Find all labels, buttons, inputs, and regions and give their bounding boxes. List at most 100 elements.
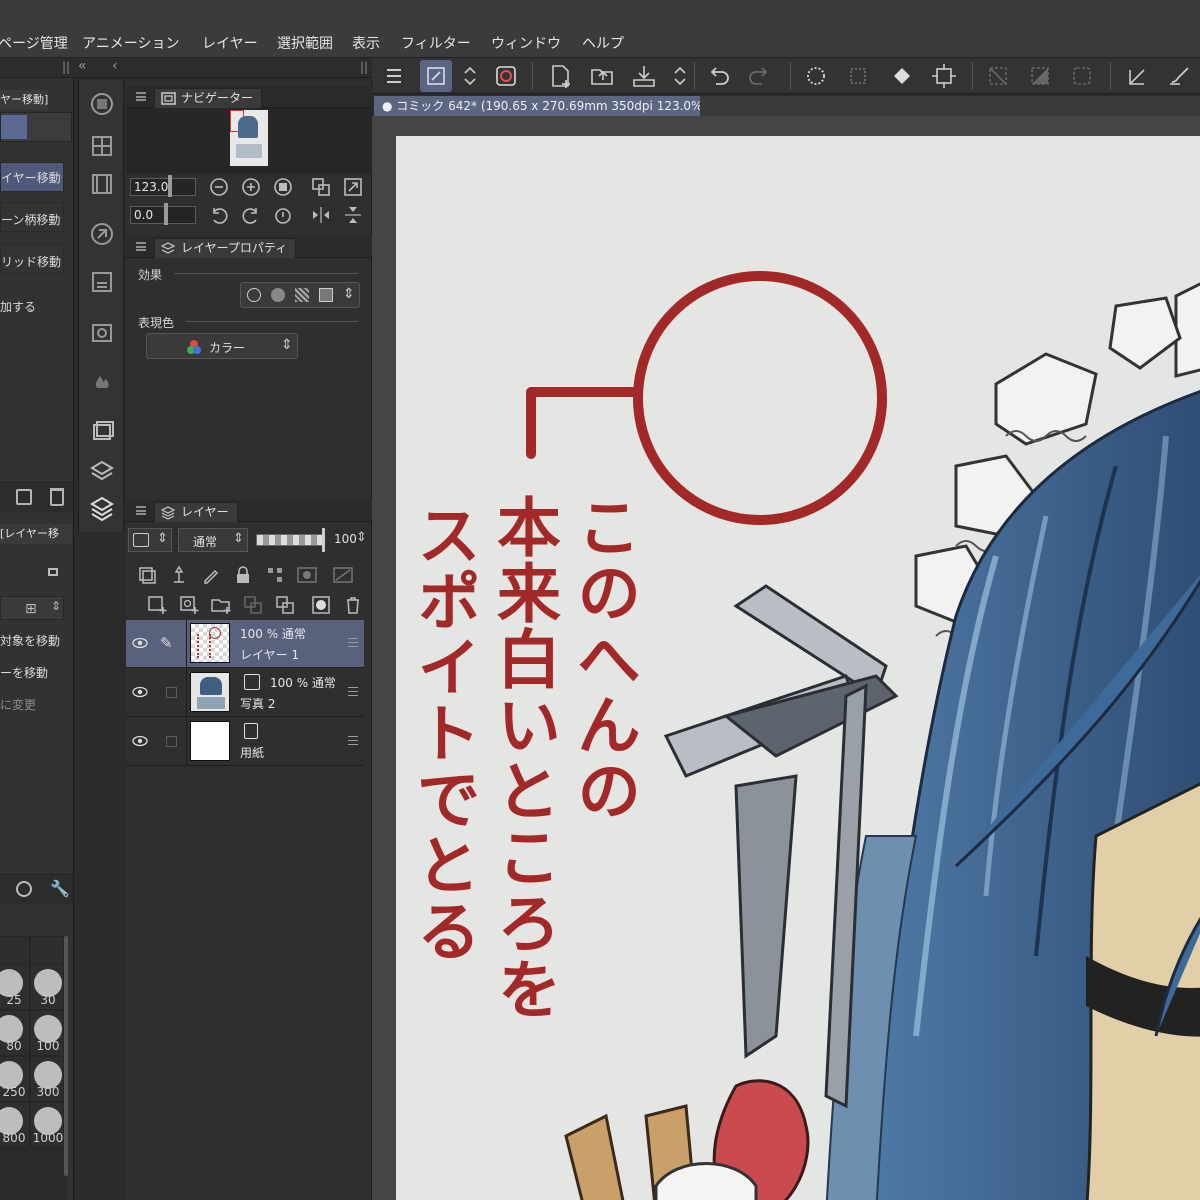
save-icon[interactable] [628, 60, 660, 92]
tool-option-row[interactable]: ⊞ ⇕ [0, 596, 64, 620]
duplicate-icon[interactable] [16, 489, 32, 505]
dots-effect-icon[interactable] [295, 288, 309, 302]
timer-icon[interactable] [16, 881, 32, 897]
rotate-left-icon[interactable] [208, 204, 230, 226]
brush-size-30[interactable]: 30 [30, 964, 64, 1010]
clear-icon[interactable] [800, 60, 832, 92]
brush-size-25[interactable]: 25 [0, 964, 30, 1010]
eye-icon[interactable] [132, 735, 148, 747]
option-move-target[interactable]: 対象を移動 [0, 632, 60, 649]
color-circle-dock-icon[interactable] [86, 88, 118, 120]
layer-checkbox[interactable] [166, 736, 177, 747]
create-mask-icon[interactable] [310, 594, 332, 616]
navigator-tab[interactable]: ナビゲーター [154, 88, 263, 108]
menu-grip-icon[interactable] [136, 242, 146, 251]
layer1-name[interactable]: レイヤー 1 [240, 646, 299, 663]
move-tone-option[interactable]: ーン柄移動 [0, 202, 64, 232]
draft-layer-icon[interactable] [200, 564, 222, 586]
wrench-icon[interactable]: 🔧 [50, 879, 70, 898]
reference-layer-icon[interactable] [168, 564, 190, 586]
invert-selection-icon[interactable] [1024, 60, 1056, 92]
menu-filter[interactable]: フィルター [401, 33, 471, 53]
chevron-updown-icon[interactable] [664, 60, 686, 92]
edit-tool-icon[interactable] [420, 60, 452, 92]
opacity-handle[interactable] [322, 528, 325, 552]
layer-row-layer1[interactable]: ✎ 100 % 通常 レイヤー 1 [126, 620, 364, 668]
transform-icon[interactable] [928, 60, 960, 92]
new-folder-icon[interactable] [210, 594, 232, 616]
brush-size-1000[interactable]: 1000 [30, 1102, 64, 1148]
zoom-field[interactable]: 123.0 [130, 178, 196, 196]
menu-view[interactable]: 表示 [352, 33, 380, 53]
brush-palette-scrollbar[interactable] [64, 936, 68, 1176]
menu-page-management[interactable]: ページ管理 [0, 33, 68, 53]
chevron-updown-icon[interactable]: ⇕ [356, 530, 367, 545]
new-raster-layer-icon[interactable] [146, 594, 168, 616]
collapse-left-icon[interactable]: « [78, 58, 87, 74]
layer-checkbox[interactable] [166, 687, 177, 698]
reset-rotation-icon[interactable] [272, 204, 294, 226]
brush-icon[interactable] [1164, 60, 1196, 92]
brush-size-80[interactable]: 80 [0, 1010, 30, 1056]
menu-help[interactable]: ヘルプ [582, 33, 624, 53]
move-layer-option[interactable]: イヤー移動 [0, 162, 64, 192]
delete-layer-icon[interactable] [342, 594, 364, 616]
snap-ruler-icon[interactable] [1122, 60, 1154, 92]
deselect-icon[interactable] [982, 60, 1014, 92]
rotate-right-icon[interactable] [240, 204, 262, 226]
tone-effect-icon[interactable] [271, 288, 285, 302]
clip-studio-icon[interactable] [490, 60, 522, 92]
lock-layer-icon[interactable] [232, 564, 254, 586]
quick-access-dock-icon[interactable] [86, 366, 118, 398]
option-move-layer[interactable]: ーを移動 [0, 664, 48, 681]
menu-selection[interactable]: 選択範囲 [277, 33, 333, 53]
angle-field[interactable]: 0.0 [130, 206, 196, 224]
opacity-value[interactable]: 100 [334, 532, 357, 546]
blend-mode-select[interactable]: 通常 ⇕ [178, 528, 248, 552]
pencil-icon[interactable]: ✎ [160, 634, 173, 652]
open-file-icon[interactable] [586, 60, 618, 92]
chevron-updown-icon[interactable]: ⇕ [343, 286, 355, 302]
layer-color-effect-icon[interactable] [319, 288, 333, 302]
color-set-dock-icon[interactable] [86, 130, 118, 162]
material-dock-icon[interactable] [86, 316, 118, 348]
opacity-slider[interactable] [256, 534, 324, 546]
item-bank-dock-icon[interactable] [86, 266, 118, 298]
zoom-out-icon[interactable] [208, 176, 230, 198]
redo-icon[interactable] [744, 60, 776, 92]
timeline-dock-icon[interactable] [86, 168, 118, 200]
layer-property-dock-icon[interactable] [86, 416, 118, 448]
layer-menu-icon[interactable] [348, 687, 358, 696]
menu-grip-icon[interactable] [136, 92, 146, 101]
layer-menu-icon[interactable] [348, 638, 358, 647]
effect-buttons[interactable]: ⇕ [240, 282, 360, 308]
photo2-name[interactable]: 写真 2 [240, 695, 275, 712]
zoom-in-icon[interactable] [240, 176, 262, 198]
tool-mode-selected[interactable] [1, 115, 27, 139]
menu-window[interactable]: ウィンドウ [491, 33, 561, 53]
layer-color-toggle[interactable]: ⇕ [128, 528, 172, 552]
new-file-icon[interactable] [544, 60, 576, 92]
fit-canvas-icon[interactable] [342, 176, 364, 198]
mask-enable-icon[interactable] [296, 564, 318, 586]
flip-horizontal-icon[interactable] [310, 204, 332, 226]
border-effect-icon[interactable] [247, 288, 261, 302]
merge-down-icon[interactable] [274, 594, 296, 616]
brush-size-100[interactable]: 100 [30, 1010, 64, 1056]
brush-size-300[interactable]: 300 [30, 1056, 64, 1102]
fill-icon[interactable] [886, 60, 918, 92]
collapse-grip-icon[interactable]: || [360, 60, 368, 74]
menu-animation[interactable]: アニメーション [82, 33, 179, 53]
menu-layer[interactable]: レイヤー [202, 33, 258, 53]
tool-property-tab[interactable]: ヤー移動] [0, 90, 48, 110]
layer-menu-icon[interactable] [348, 736, 358, 745]
move-grid-option[interactable]: リッド移動 [0, 244, 64, 274]
option-change[interactable]: に変更 [0, 696, 36, 713]
canvas-paper[interactable]: このへんの 本来白いところを スポイトでとる [396, 136, 1200, 1200]
navigator-preview[interactable] [126, 108, 372, 174]
sub-tool-detail-tab[interactable]: [レイヤー移 [0, 524, 72, 544]
lock-transparency-icon[interactable] [264, 564, 286, 586]
sub-view-dock-icon[interactable] [86, 218, 118, 250]
document-tab[interactable]: ● コミック 642* (190.65 x 270.69mm 350dpi 12… [374, 96, 700, 116]
tool-mode-strip[interactable] [0, 112, 72, 142]
